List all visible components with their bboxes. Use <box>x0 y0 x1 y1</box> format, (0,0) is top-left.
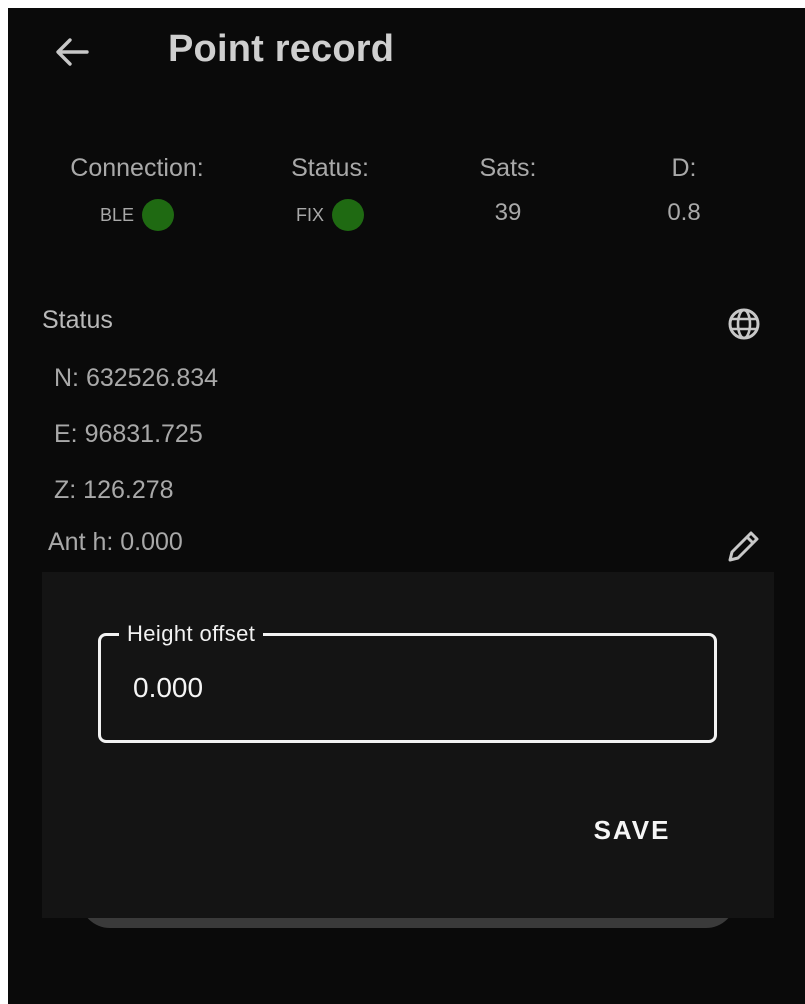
save-button[interactable]: SAVE <box>572 802 692 858</box>
antenna-height-value: Ant h: 0.000 <box>48 528 183 556</box>
globe-icon <box>728 308 760 340</box>
status-section-title: Status <box>42 306 113 334</box>
sats-value: 39 <box>494 199 522 226</box>
fix-status-dot <box>332 199 364 231</box>
app-screen: Point record Connection: BLE Status: FIX… <box>8 8 805 1004</box>
connection-type: BLE <box>99 204 135 225</box>
height-offset-label: Height offset <box>119 620 264 648</box>
d-value: 0.8 <box>667 199 701 226</box>
connection-label: Connection: <box>70 154 204 182</box>
height-offset-input[interactable] <box>133 666 673 710</box>
connection-value: BLE <box>44 199 230 231</box>
d-info: D: 0.8 <box>644 154 724 227</box>
app-bar: Point record <box>8 8 805 98</box>
fix-status-value: FIX <box>270 199 390 231</box>
d-label: D: <box>671 154 697 182</box>
fix-status-info: Status: FIX <box>270 154 390 231</box>
coordinate-system-button[interactable] <box>722 302 766 346</box>
fix-type: FIX <box>295 204 324 225</box>
northing-value: N: 632526.834 <box>54 364 219 392</box>
height-offset-dialog: Height offset SAVE <box>42 572 774 918</box>
elevation-value: Z: 126.278 <box>54 476 174 504</box>
sats-label: Sats: <box>479 154 537 182</box>
back-button[interactable] <box>48 30 96 74</box>
connection-status-dot <box>142 199 175 231</box>
page-title: Point record <box>168 28 395 70</box>
easting-value: E: 96831.725 <box>54 420 203 448</box>
connection-info: Connection: BLE <box>44 154 230 231</box>
fix-status-label: Status: <box>291 154 369 182</box>
arrow-left-icon <box>56 38 89 66</box>
edit-antenna-height-button[interactable] <box>720 522 768 570</box>
height-offset-field[interactable]: Height offset <box>98 620 717 743</box>
sats-info: Sats: 39 <box>458 154 558 227</box>
pencil-icon <box>728 531 759 562</box>
